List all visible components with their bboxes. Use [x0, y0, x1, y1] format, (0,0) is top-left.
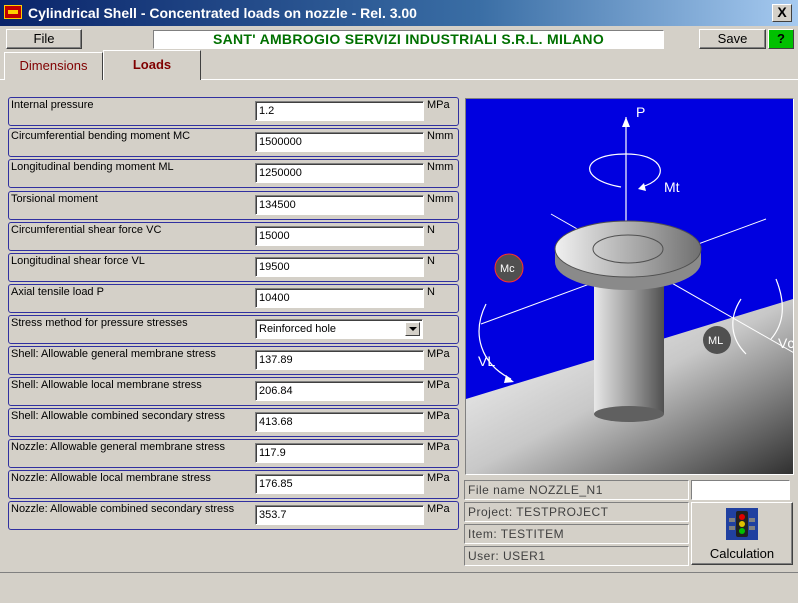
- stress-method-select[interactable]: Reinforced hole: [255, 319, 423, 339]
- stress-method-value: Reinforced hole: [259, 323, 337, 335]
- field-row: Nozzle: Allowable general membrane stres…: [8, 439, 459, 468]
- field-row: Nozzle: Allowable local membrane stress …: [8, 470, 459, 499]
- ml-label: ML: [708, 335, 723, 347]
- nozzle-local-membrane-input[interactable]: 176.85: [255, 474, 424, 494]
- close-button[interactable]: X: [772, 4, 792, 22]
- field-row: Longitudinal shear force VL 19500 N: [8, 253, 459, 282]
- tab-dimensions[interactable]: Dimensions: [4, 52, 103, 80]
- field-unit: MPa: [427, 503, 450, 515]
- field-unit: N: [427, 286, 435, 298]
- nozzle-diagram-svg: P Mt Mc VL ML Vc: [466, 99, 793, 474]
- item-field: Item: TESTITEM: [464, 524, 689, 544]
- field-label: Nozzle: Allowable local membrane stress: [11, 472, 211, 484]
- vc-input[interactable]: 15000: [255, 226, 424, 246]
- torsional-moment-input[interactable]: 134500: [255, 195, 424, 215]
- field-unit: N: [427, 224, 435, 236]
- save-button[interactable]: Save: [699, 29, 766, 49]
- shell-general-membrane-input[interactable]: 137.89: [255, 350, 424, 370]
- shell-combined-secondary-input[interactable]: 413.68: [255, 412, 424, 432]
- nozzle-combined-secondary-input[interactable]: 353.7: [255, 505, 424, 525]
- field-row: Shell: Allowable general membrane stress…: [8, 346, 459, 375]
- nozzle-pipe: [594, 274, 664, 414]
- mc-input[interactable]: 1500000: [255, 132, 424, 152]
- field-row: Circumferential shear force VC 15000 N: [8, 222, 459, 251]
- field-row: Circumferential bending moment MC 150000…: [8, 128, 459, 157]
- field-unit: MPa: [427, 410, 450, 422]
- field-row: Torsional moment 134500 Nmm: [8, 191, 459, 220]
- field-row: Internal pressure 1.2 MPa: [8, 97, 459, 126]
- mt-label: Mt: [664, 179, 680, 195]
- ml-input[interactable]: 1250000: [255, 163, 424, 183]
- field-label: Shell: Allowable local membrane stress: [11, 379, 202, 391]
- calculation-label: Calculation: [709, 546, 775, 561]
- field-row: Shell: Allowable local membrane stress 2…: [8, 377, 459, 406]
- vc-label: Vc: [778, 335, 793, 351]
- field-label: Stress method for pressure stresses: [11, 317, 188, 329]
- help-button[interactable]: ?: [768, 29, 794, 49]
- field-unit: MPa: [427, 441, 450, 453]
- field-label: Longitudinal shear force VL: [11, 255, 145, 267]
- calculation-button[interactable]: Calculation: [691, 502, 793, 565]
- field-label: Circumferential bending moment MC: [11, 130, 191, 142]
- window-title: Cylindrical Shell - Concentrated loads o…: [28, 5, 417, 21]
- p-label: P: [636, 104, 645, 120]
- project-field: Project: TESTPROJECT: [464, 502, 689, 522]
- field-unit: Nmm: [427, 161, 454, 173]
- internal-pressure-input[interactable]: 1.2: [255, 101, 424, 121]
- app-icon: [4, 5, 22, 19]
- nozzle-general-membrane-input[interactable]: 117.9: [255, 443, 424, 463]
- field-row: Stress method for pressure stresses Rein…: [8, 315, 459, 344]
- field-unit: MPa: [427, 348, 450, 360]
- shell-local-membrane-input[interactable]: 206.84: [255, 381, 424, 401]
- field-row: Shell: Allowable combined secondary stre…: [8, 408, 459, 437]
- field-row: Axial tensile load P 10400 N: [8, 284, 459, 313]
- tab-loads[interactable]: Loads: [103, 50, 201, 80]
- nozzle-load-diagram: P Mt Mc VL ML Vc: [465, 98, 794, 475]
- vl-input[interactable]: 19500: [255, 257, 424, 277]
- field-label: Shell: Allowable combined secondary stre…: [11, 410, 226, 422]
- field-unit: N: [427, 255, 435, 267]
- user-field: User: USER1: [464, 546, 689, 566]
- field-label: Nozzle: Allowable combined secondary str…: [11, 503, 235, 515]
- field-label: Nozzle: Allowable general membrane stres…: [11, 441, 225, 453]
- field-label: Shell: Allowable general membrane stress: [11, 348, 216, 360]
- flange-face: [554, 220, 702, 278]
- file-extra-field: [691, 480, 790, 500]
- field-unit: MPa: [427, 379, 450, 391]
- file-menu-button[interactable]: File: [6, 29, 82, 49]
- file-name-field: File name NOZZLE_N1: [464, 480, 689, 500]
- field-row: Nozzle: Allowable combined secondary str…: [8, 501, 459, 530]
- field-unit: Nmm: [427, 193, 454, 205]
- traffic-light-icon: [726, 508, 758, 540]
- company-banner: SANT' AMBROGIO SERVIZI INDUSTRIALI S.R.L…: [153, 30, 664, 49]
- field-unit: MPa: [427, 472, 450, 484]
- axial-load-input[interactable]: 10400: [255, 288, 424, 308]
- field-row: Longitudinal bending moment ML 1250000 N…: [8, 159, 459, 188]
- field-label: Torsional moment: [11, 193, 98, 205]
- field-label: Circumferential shear force VC: [11, 224, 162, 236]
- field-unit: Nmm: [427, 130, 454, 142]
- chevron-down-icon[interactable]: [405, 322, 420, 336]
- field-label: Longitudinal bending moment ML: [11, 161, 174, 173]
- nozzle-base: [594, 406, 664, 422]
- mc-label: Mc: [500, 263, 515, 275]
- field-label: Axial tensile load P: [11, 286, 104, 298]
- status-bar: [0, 572, 798, 603]
- vl-label: VL: [478, 353, 495, 369]
- title-bar: Cylindrical Shell - Concentrated loads o…: [0, 0, 798, 26]
- field-unit: MPa: [427, 99, 450, 111]
- field-label: Internal pressure: [11, 99, 94, 111]
